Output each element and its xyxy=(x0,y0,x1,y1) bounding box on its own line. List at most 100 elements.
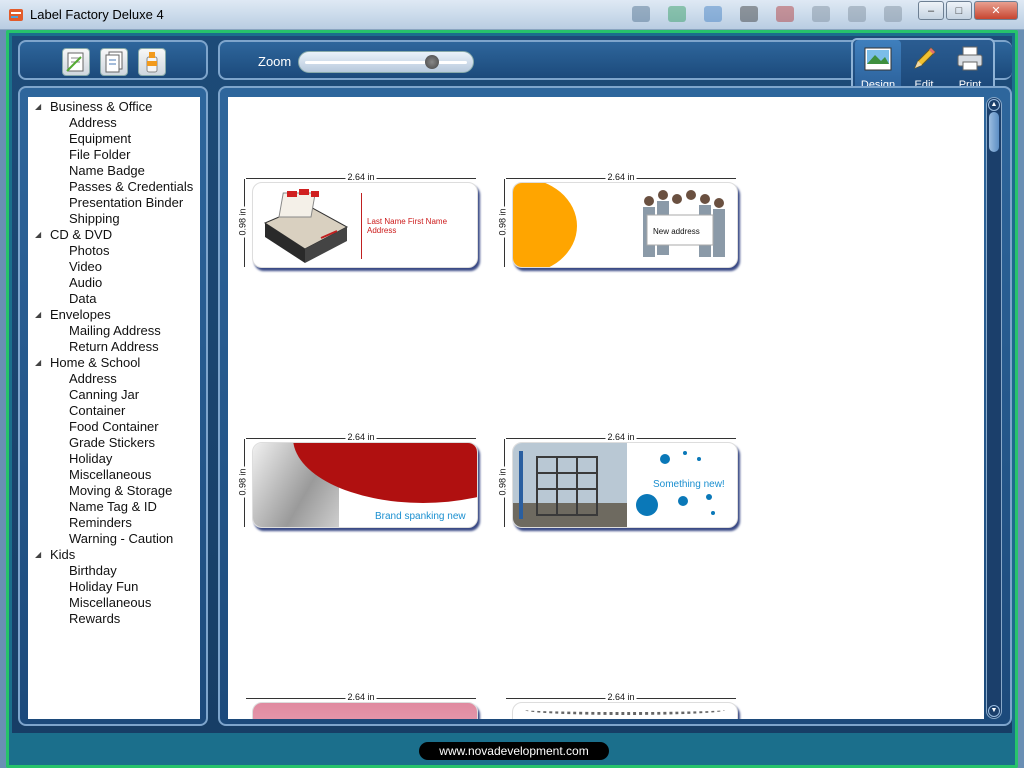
people-image xyxy=(643,190,725,257)
tree-item[interactable]: Photos xyxy=(28,243,200,259)
tree-item[interactable]: Warning - Caution xyxy=(28,531,200,547)
title-bar[interactable]: Label Factory Deluxe 4 – □ ✕ xyxy=(0,0,1024,30)
vertical-scrollbar[interactable]: ▲ ▼ xyxy=(986,97,1002,719)
tree-category-label: Kids xyxy=(50,547,76,562)
height-value: 0.98 in xyxy=(237,466,248,498)
template-thumbnail[interactable]: 2.64 in 0.98 in Something new! xyxy=(497,432,738,533)
template-thumbnail[interactable]: 2.64 in xyxy=(500,692,738,719)
width-value: 2.64 in xyxy=(605,432,637,442)
background-app-icon xyxy=(812,6,830,22)
category-panel: ◢ Business & Office Address Equipment File F… xyxy=(18,86,208,726)
width-value: 2.64 in xyxy=(345,692,377,702)
tree-item[interactable]: Birthday xyxy=(28,563,200,579)
tree-item[interactable]: Video xyxy=(28,259,200,275)
height-dimension: 0.98 in xyxy=(237,439,250,527)
tree-item[interactable]: Canning Jar xyxy=(28,387,200,403)
tree-item[interactable]: Mailing Address xyxy=(28,323,200,339)
zoom-track xyxy=(305,61,467,64)
label-preview: Brand spanking new xyxy=(252,442,478,528)
tree-item[interactable]: Moving & Storage xyxy=(28,483,200,499)
tree-item[interactable]: Grade Stickers xyxy=(28,435,200,451)
window-title: Label Factory Deluxe 4 xyxy=(30,7,164,22)
bottle-icon xyxy=(146,52,158,73)
tree-category[interactable]: ◢ Kids xyxy=(28,547,200,563)
wizard-icon xyxy=(66,52,84,72)
template-thumbnail[interactable]: 2.64 in 0.98 in Brand spanking new xyxy=(237,432,478,533)
width-value: 2.64 in xyxy=(605,172,637,182)
tool-panel xyxy=(18,40,208,80)
tree-item[interactable]: Food Container xyxy=(28,419,200,435)
expand-triangle-icon[interactable]: ◢ xyxy=(35,99,41,115)
background-app-icon xyxy=(740,6,758,22)
tree-root: ◢ Business & Office Address Equipment File F… xyxy=(28,97,200,627)
tree-item[interactable]: Miscellaneous xyxy=(28,467,200,483)
tree-item[interactable]: Reminders xyxy=(28,515,200,531)
tree-item[interactable]: Passes & Credentials xyxy=(28,179,200,195)
tree-item[interactable]: Address xyxy=(28,371,200,387)
tree-item[interactable]: Audio xyxy=(28,275,200,291)
label-wizard-button[interactable] xyxy=(62,48,90,76)
pencil-icon xyxy=(914,47,936,69)
expand-triangle-icon[interactable]: ◢ xyxy=(35,307,41,323)
templates-button[interactable] xyxy=(100,48,128,76)
background-app-icon xyxy=(848,6,866,22)
tree-item[interactable]: Shipping xyxy=(28,211,200,227)
background-app-icon xyxy=(704,6,722,22)
background-app-icon xyxy=(776,6,794,22)
width-value: 2.64 in xyxy=(605,692,637,702)
expand-triangle-icon[interactable]: ◢ xyxy=(35,227,41,243)
template-thumbnail[interactable]: 2.64 in 0.98 in New address xyxy=(497,172,738,273)
tree-item[interactable]: Name Badge xyxy=(28,163,200,179)
supplies-button[interactable] xyxy=(138,48,166,76)
construction-image xyxy=(513,443,627,527)
tree-item[interactable]: Data xyxy=(28,291,200,307)
height-value: 0.98 in xyxy=(237,206,248,238)
tree-category[interactable]: ◢ Envelopes xyxy=(28,307,200,323)
background-app-icon xyxy=(632,6,650,22)
tree-item[interactable]: Container xyxy=(28,403,200,419)
label-preview: Last Name First Name Address xyxy=(252,182,478,268)
window-controls: – □ ✕ xyxy=(916,1,1018,21)
tree-item[interactable]: Miscellaneous xyxy=(28,595,200,611)
tree-category[interactable]: ◢ Home & School xyxy=(28,355,200,371)
tree-category-label: Home & School xyxy=(50,355,141,370)
tree-item[interactable]: Name Tag & ID xyxy=(28,499,200,515)
zoom-thumb[interactable] xyxy=(425,55,439,69)
tree-category[interactable]: ◢ CD & DVD xyxy=(28,227,200,243)
expand-triangle-icon[interactable]: ◢ xyxy=(35,547,41,563)
tree-item[interactable]: Rewards xyxy=(28,611,200,627)
zoom-label: Zoom xyxy=(258,54,292,69)
tree-category-label: Envelopes xyxy=(50,307,111,322)
template-thumbnail[interactable]: 2.64 in 0.98 in Last Name First Name Add… xyxy=(237,172,478,273)
height-value: 0.98 in xyxy=(497,206,508,238)
category-tree[interactable]: ◢ Business & Office Address Equipment File F… xyxy=(28,97,200,719)
divider xyxy=(361,193,362,259)
template-panel: 2.64 in 0.98 in Last Name First Name Add… xyxy=(218,86,1012,726)
tree-item[interactable]: Holiday Fun xyxy=(28,579,200,595)
template-gallery[interactable]: 2.64 in 0.98 in Last Name First Name Add… xyxy=(228,97,984,719)
label-text: Something new! xyxy=(653,479,725,490)
website-link[interactable]: www.novadevelopment.com xyxy=(419,742,609,760)
tree-item[interactable]: Equipment xyxy=(28,131,200,147)
scroll-down-button[interactable]: ▼ xyxy=(988,705,1000,717)
tree-item[interactable]: Presentation Binder xyxy=(28,195,200,211)
background-shield-icon xyxy=(668,6,686,22)
scroll-thumb[interactable] xyxy=(989,112,999,152)
scroll-up-button[interactable]: ▲ xyxy=(988,99,1000,111)
tree-item[interactable]: Address xyxy=(28,115,200,131)
sheets-icon xyxy=(105,51,123,73)
expand-triangle-icon[interactable]: ◢ xyxy=(35,355,41,371)
orange-circle xyxy=(513,183,577,267)
tree-item[interactable]: Holiday xyxy=(28,451,200,467)
tree-item[interactable]: Return Address xyxy=(28,339,200,355)
template-thumbnail[interactable]: 2.64 in xyxy=(240,692,478,719)
label-preview xyxy=(512,702,738,719)
zoom-slider[interactable] xyxy=(298,51,474,73)
tree-category[interactable]: ◢ Business & Office xyxy=(28,99,200,115)
close-button[interactable]: ✕ xyxy=(974,1,1018,20)
label-preview xyxy=(252,702,478,719)
maximize-button[interactable]: □ xyxy=(946,1,972,20)
minimize-button[interactable]: – xyxy=(918,1,944,20)
tree-item[interactable]: File Folder xyxy=(28,147,200,163)
width-value: 2.64 in xyxy=(345,432,377,442)
